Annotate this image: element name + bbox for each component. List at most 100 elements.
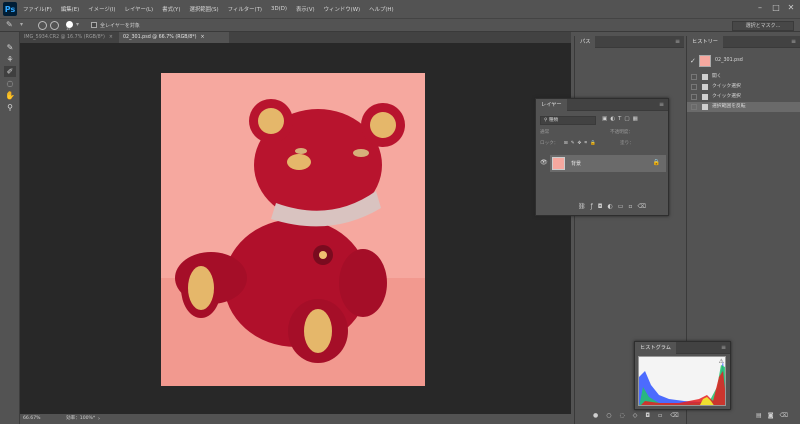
quick-selection-tool-preset-icon[interactable]: ✎	[6, 20, 13, 29]
paths-tabbar: パス ≡	[575, 36, 684, 48]
menu-select[interactable]: 選択範囲(S)	[189, 5, 218, 13]
new-document-from-state-icon[interactable]: ▤	[756, 412, 768, 419]
camera-icon[interactable]: ◙	[768, 412, 780, 419]
tab-label: 02_301.psd @ 66.7% (RGB/8*)	[123, 35, 197, 40]
layer-name: 背景	[571, 161, 582, 167]
trash-icon[interactable]: ⌫	[638, 203, 651, 210]
history-source-box[interactable]	[691, 104, 697, 110]
lock-label: ロック：	[540, 141, 559, 146]
menu-filter[interactable]: フィルター(T)	[228, 5, 262, 13]
blend-mode-select[interactable]: 通常	[540, 128, 549, 138]
layer-kind-select[interactable]: ⚲ 種類	[540, 116, 596, 125]
history-item-label: クイック選択	[712, 94, 741, 99]
history-item[interactable]: 開く	[687, 72, 800, 82]
tab-img-5934[interactable]: IMG_5934.CR2 @ 16.7% (RGB/8*) ×	[20, 32, 117, 43]
zoom-level[interactable]: 66.67%	[23, 414, 41, 424]
hand-tool-icon[interactable]: ✋	[4, 90, 16, 101]
brush-size: 15	[66, 27, 71, 31]
add-mask-icon[interactable]: ◘	[645, 412, 658, 419]
new-layer-icon[interactable]: ▫	[628, 203, 637, 210]
history-item-label: クイック選択	[712, 84, 741, 89]
tab-history[interactable]: ヒストリー	[687, 36, 723, 48]
minimize-icon[interactable]: –	[754, 2, 766, 14]
pixel-filter-icon[interactable]: ▣	[602, 116, 610, 122]
brush-tool-icon[interactable]: ✎	[4, 42, 16, 53]
close-icon[interactable]: ✕	[785, 2, 797, 14]
select-and-mask-button[interactable]: 選択とマスク...	[732, 21, 794, 31]
make-work-path-icon[interactable]: ◇	[633, 412, 646, 419]
opacity-field[interactable]: 不透明度：	[610, 128, 633, 138]
menu-type[interactable]: 書式(Y)	[162, 5, 180, 13]
tab-paths[interactable]: パス	[575, 36, 596, 48]
menu-edit[interactable]: 編集(E)	[61, 5, 79, 13]
smart-object-filter-icon[interactable]: ▦	[633, 116, 641, 122]
history-source-box[interactable]	[691, 94, 697, 100]
lasso-tool-icon[interactable]: ◌	[4, 78, 16, 89]
history-snapshot[interactable]: ✓ 02_301.psd	[687, 54, 800, 68]
sample-all-layers-checkbox[interactable]	[91, 22, 97, 28]
lock-row: ロック： ⊞✎✥⌗🔒	[540, 139, 599, 149]
new-selection-icon[interactable]	[38, 21, 47, 30]
panel-menu-icon[interactable]: ≡	[791, 36, 796, 47]
history-item[interactable]: クイック選択	[687, 92, 800, 102]
menu-layer[interactable]: レイヤー(L)	[125, 5, 154, 13]
history-source-box[interactable]	[691, 74, 697, 80]
chevron-down-icon[interactable]: ▾	[20, 21, 23, 28]
teddy-bear-illustration	[161, 73, 425, 386]
tab-layers[interactable]: レイヤー	[536, 99, 567, 111]
adjustment-filter-icon[interactable]: ◐	[610, 116, 618, 122]
link-layers-icon[interactable]: ⛓	[578, 203, 591, 210]
new-path-icon[interactable]: ▫	[658, 412, 670, 419]
visibility-eye-icon[interactable]: 👁	[540, 159, 548, 166]
histogram-graph: ⚠	[638, 356, 726, 406]
warning-icon[interactable]: ⚠	[719, 358, 724, 365]
load-selection-icon[interactable]: ◌	[620, 412, 633, 419]
quick-selection-icon	[702, 94, 708, 100]
tab-histogram[interactable]: ヒストグラム	[635, 342, 676, 354]
brush-dropdown-icon[interactable]: ▾	[76, 21, 79, 28]
status-menu-icon[interactable]: ›	[98, 414, 100, 424]
inverse-selection-icon	[702, 104, 708, 110]
maximize-icon[interactable]: □	[770, 2, 782, 14]
history-item-label: 選択範囲を反転	[712, 104, 746, 109]
panel-menu-icon[interactable]: ≡	[675, 36, 680, 47]
histogram-tabbar: ヒストグラム ≡	[635, 342, 730, 354]
panel-menu-icon[interactable]: ≡	[659, 99, 664, 110]
history-item-selected[interactable]: 選択範囲を反転	[687, 102, 800, 112]
fill-field[interactable]: 塗り：	[620, 139, 634, 149]
shape-filter-icon[interactable]: ▢	[624, 116, 632, 122]
clone-stamp-tool-icon[interactable]: ⚘	[4, 54, 16, 65]
zoom-tool-icon[interactable]: ⚲	[4, 102, 16, 113]
tab-02-301[interactable]: 02_301.psd @ 66.7% (RGB/8*) ×	[119, 32, 229, 43]
add-mask-icon[interactable]: ◘	[598, 203, 608, 210]
menu-help[interactable]: ヘルプ(H)	[369, 5, 393, 13]
adjustment-layer-icon[interactable]: ◐	[608, 203, 618, 210]
add-to-selection-icon[interactable]	[50, 21, 59, 30]
trash-icon[interactable]: ⌫	[780, 412, 794, 419]
sample-all-layers-label: 全レイヤーを対象	[100, 23, 140, 29]
teddy-bear-photo[interactable]	[161, 73, 425, 386]
snapshot-thumbnail	[699, 55, 711, 67]
menu-bar: Ps ファイル(F) 編集(E) イメージ(I) レイヤー(L) 書式(Y) 選…	[0, 0, 800, 18]
menu-file[interactable]: ファイル(F)	[23, 5, 52, 13]
menu-view[interactable]: 表示(V)	[296, 5, 315, 13]
close-icon[interactable]: ×	[201, 35, 205, 40]
stroke-path-icon[interactable]: ○	[606, 412, 619, 419]
history-source-box[interactable]	[691, 84, 697, 90]
menu-3d[interactable]: 3D(D)	[271, 6, 287, 12]
panel-menu-icon[interactable]: ≡	[721, 342, 726, 353]
menu-window[interactable]: ウィンドウ(W)	[324, 5, 361, 13]
delete-path-icon[interactable]: ⌫	[670, 412, 686, 419]
opacity-label: 不透明度：	[610, 130, 633, 135]
menu-image[interactable]: イメージ(I)	[88, 5, 115, 13]
history-item[interactable]: クイック選択	[687, 82, 800, 92]
layers-tabbar: レイヤー ≡	[536, 99, 668, 111]
fx-icon[interactable]: ƒ	[591, 203, 598, 210]
close-icon[interactable]: ×	[109, 35, 113, 40]
photoshop-logo: Ps	[3, 2, 17, 16]
quick-selection-tool-icon[interactable]: ✐	[4, 66, 16, 77]
layer-row-background[interactable]: 背景 🔒	[550, 155, 666, 172]
lock-icons[interactable]: ⊞✎✥⌗🔒	[564, 141, 599, 146]
fill-path-icon[interactable]: ●	[593, 412, 606, 419]
new-group-icon[interactable]: ▭	[618, 203, 629, 210]
